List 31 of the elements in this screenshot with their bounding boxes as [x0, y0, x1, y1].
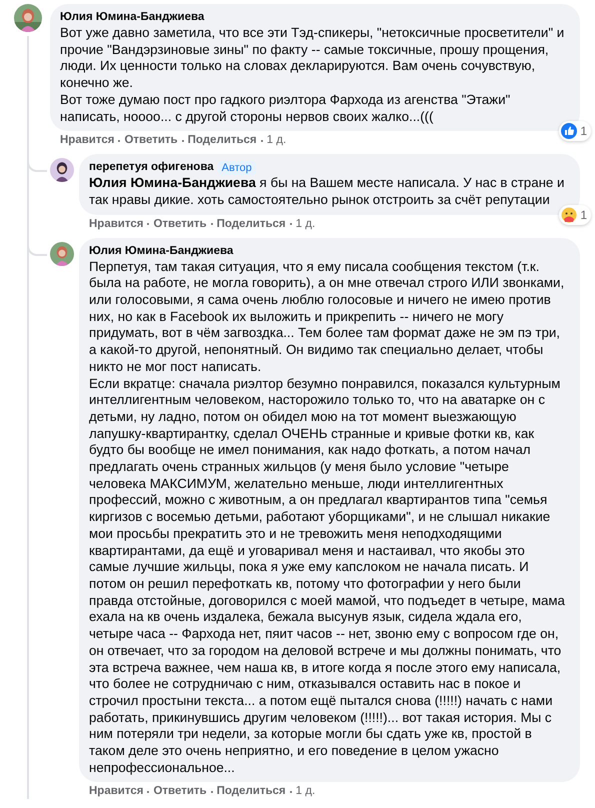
comment-action-link[interactable]: Ответить: [153, 784, 207, 800]
author-name[interactable]: Юлия Юмина-Банджиева: [89, 244, 234, 259]
separator-dot: [147, 790, 150, 793]
comment-text: Перпетуя, там такая ситуация, что я ему писала сообщения текстом (т.к. была на работе, не могла говорить), а он мне отвечал строго ИЛИ звонками, или голосовыми, я сама очень люблю голосовые и ничего не имею против них, но как в Facebook их выложить и прикрепить -- ничего не могу придумать, вот в чём загвоздка... Тем более там формат даже не эм пэ три, а какой-то другой, непонятный. Он видимо так специально делает, чтобы никто не мог пост написать.: [89, 258, 566, 376]
comment-action-link[interactable]: Нравится: [89, 784, 144, 800]
author-badge: Автор: [218, 160, 256, 175]
separator-dot: [260, 140, 263, 142]
comment-action-link[interactable]: Ответить: [153, 216, 207, 232]
separator-dot: [290, 223, 292, 226]
author-name[interactable]: перепетуя офигенова: [89, 160, 214, 176]
comment-text: Если вкратце: сначала риэлтор безумно понравился, показался культурным интеллигентным человеком, насторожило только то, что на аватарке он с детьми, ну ладно, потом он обидел мою на тот момент выезжающую лапушку-квартирантку, сделал ОЧЕНЬ странные и кривые фотки кв, как будто бы вообще не имел понимания, как надо фоткать, а потом начал предлагать очень странных жильцов (у меня было условие "четыре человека МАКСИМУМ, желательно меньше, люди интеллигентных профессий, можно с животным, а он предлагал квартирантов типа "семья киргизов с восемью детьми, работают уборщиками", и не слышал никакие мои просьбы прекратить это и не тревожить меня неподходящими квартирантами, да ещё и уговаривал меня и настаивал, что якобы это самые лучшие жильцы, пока я уже ему капслоком не начала писать. И потом он решил перефоткать кв, потому что фотографии у него были правда отстойные, договорился с моей мамой, что подъедет в четыре, мама ехала на кв очень издалека, бежала высунув язык, сидела ждала его, четыре часа -- Фархода нет, пяит часов -- нет, звоню ему с вопросом где он, он отвечает, что за городом на деловой встрече и мы должны понимать, что эта встреча важнее, чем наша кв, в итоге когда я после этого ему написала, что более не сотрудничаю с ним, отказывался оставить нас в покое и строчил простыни текста... а потом ещё пытался снова (!!!!!) начать с нами работать, прикинувшись другим человеком (!!!!!)... вот такая история. Мы с ним потеряли три недели, за которые могли бы сдать уже кв, простой в таком деле это очень неприятно, и его поведение в целом ужасно непрофессиональное...: [89, 376, 566, 776]
separator-dot: [182, 140, 184, 142]
reaction-count[interactable]: 1: [559, 121, 591, 142]
comment-text: Вот уже давно заметила, что все эти Тэд-спикеры, "нетоксичные просветители" и прочие "Вандэрзиновые зины" по факту -- самые токсичные, прошу прощения, люди. Их ценности только на словах декларируются. Вам очень сочувствую, конечно же.: [60, 25, 566, 92]
comment-action-link[interactable]: Ответить: [124, 133, 178, 148]
reaction-count[interactable]: 1: [559, 204, 591, 225]
comment-time[interactable]: 1 д.: [296, 784, 316, 800]
comment-action-link[interactable]: Поделиться: [216, 784, 286, 800]
separator-dot: [290, 790, 292, 793]
comment-time[interactable]: 1 д.: [296, 216, 316, 232]
comment-action-link[interactable]: Поделиться: [216, 216, 286, 232]
separator-dot: [118, 140, 120, 142]
comment-text: Вот тоже думаю пост про гадкого риэлтора Фархода из агенства "Этажи" написать, ноооо... с другой стороны нервов своих жалко...(((: [60, 92, 512, 126]
separator-dot: [147, 223, 150, 226]
comment-action-link[interactable]: Нравится: [60, 133, 114, 148]
author-name[interactable]: Юлия Юмина-Банджиева: [60, 10, 204, 25]
comment-action-link[interactable]: Поделиться: [188, 133, 257, 148]
comment-action-link[interactable]: Нравится: [89, 216, 144, 232]
comment-time[interactable]: 1 д.: [266, 133, 286, 148]
separator-dot: [210, 223, 213, 226]
separator-dot: [210, 790, 213, 793]
